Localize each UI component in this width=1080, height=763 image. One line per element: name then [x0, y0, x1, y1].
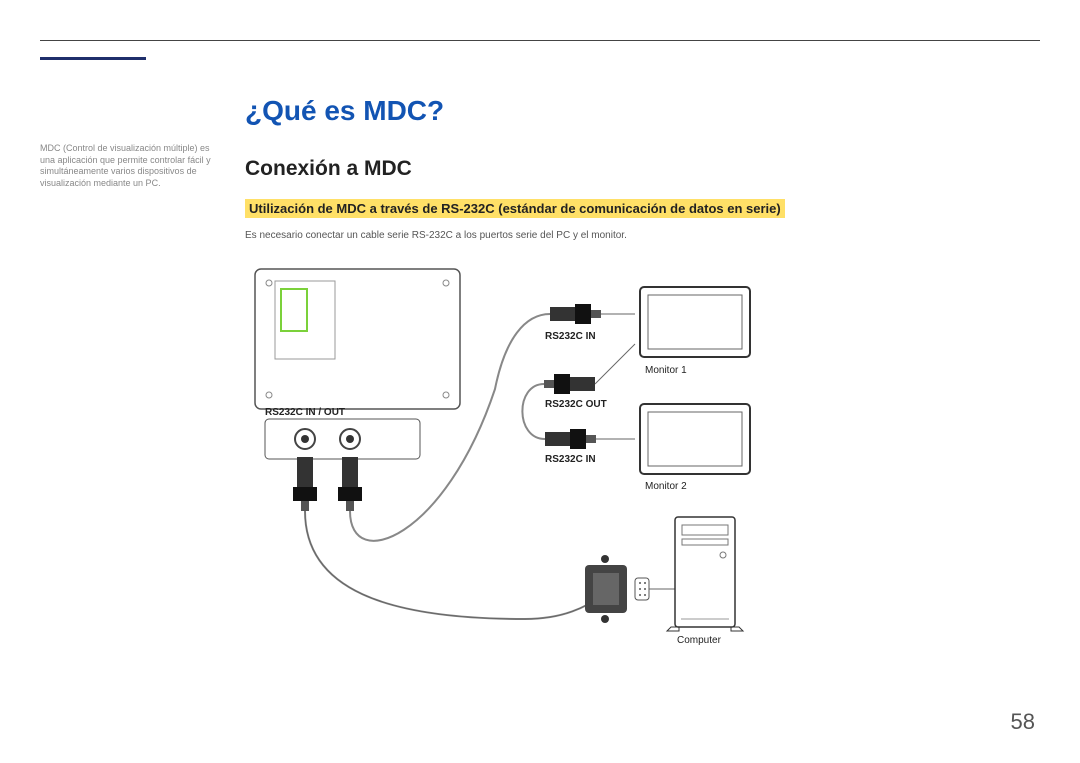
- jack-out-icon: [544, 374, 595, 394]
- sidebar-note-text: MDC (Control de visualización múltiple) …: [40, 143, 215, 190]
- rs232c-in-top-label: RS232C IN: [545, 331, 596, 342]
- sidebar-note-block: MDC (Control de visualización múltiple) …: [40, 143, 215, 190]
- top-rule: [40, 40, 1040, 41]
- jack-top-icon: [550, 304, 601, 324]
- computer-icon: [667, 517, 743, 631]
- jack-left-icon: [293, 457, 317, 511]
- port-label: RS232C IN / OUT: [265, 407, 345, 418]
- page-title: ¿Qué es MDC?: [245, 95, 1040, 127]
- section-body: Es necesario conectar un cable serie RS-…: [245, 230, 1040, 241]
- serial-connector-icon: [585, 555, 649, 623]
- page-number: 58: [1011, 709, 1035, 735]
- rs232c-in-bottom-label: RS232C IN: [545, 454, 596, 465]
- monitor2-label: Monitor 2: [645, 481, 687, 492]
- rs232c-out-label: RS232C OUT: [545, 399, 607, 410]
- computer-label: Computer: [677, 635, 721, 646]
- jack-right-icon: [338, 457, 362, 511]
- jack-in2-icon: [545, 429, 596, 449]
- page-subtitle: Conexión a MDC: [245, 157, 1040, 181]
- monitor1-label: Monitor 1: [645, 365, 687, 376]
- top-rule-accent: [40, 57, 146, 60]
- connection-diagram: RS232C IN / OUT RS232C IN RS232C OUT RS2…: [245, 259, 845, 659]
- section-title: Utilización de MDC a través de RS-232C (…: [245, 199, 785, 218]
